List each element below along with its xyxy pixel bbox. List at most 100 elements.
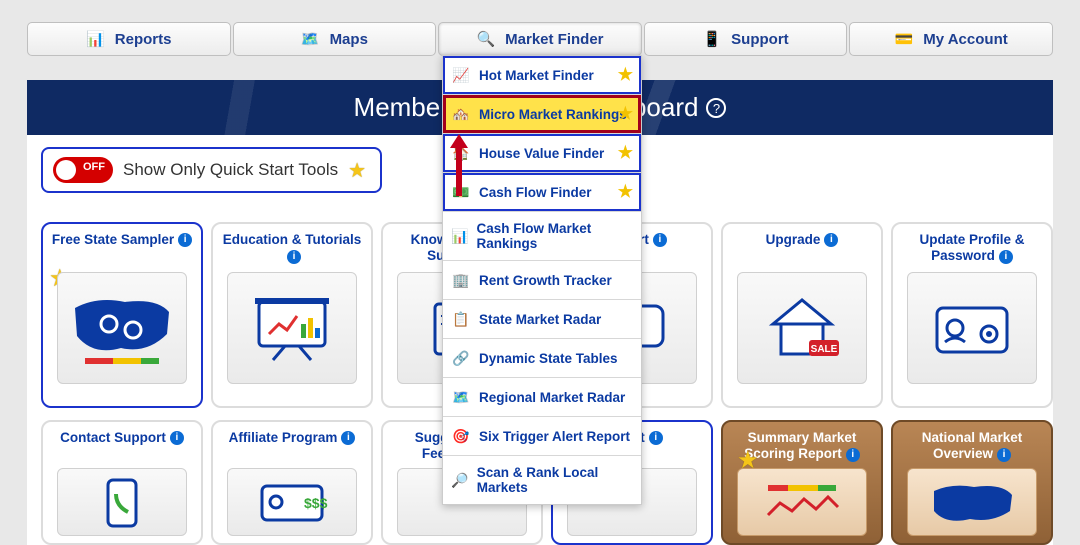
hot-market-icon: 📈 <box>451 65 471 85</box>
quickstart-text: Show Only Quick Start Tools <box>123 160 338 180</box>
reports-icon <box>86 30 105 48</box>
tab-label: Support <box>731 31 789 48</box>
dropdown-item-regional-market-radar[interactable]: 🗺️ Regional Market Radar <box>443 378 641 417</box>
house-sale-icon: SALE <box>747 288 857 368</box>
card-tile <box>227 272 357 384</box>
tab-label: My Account <box>923 31 1007 48</box>
info-icon[interactable]: i <box>287 250 301 264</box>
dropdown-label: Cash Flow Market Rankings <box>476 221 633 251</box>
tab-market-finder[interactable]: Market Finder <box>438 22 642 56</box>
us-map-icon <box>67 288 177 368</box>
info-icon[interactable]: i <box>999 250 1013 264</box>
help-icon[interactable]: ? <box>706 98 726 118</box>
dropdown-item-six-trigger-alert[interactable]: 🎯 Six Trigger Alert Report <box>443 417 641 456</box>
tab-label: Maps <box>330 31 368 48</box>
dropdown-label: Cash Flow Finder <box>479 185 592 200</box>
dropdown-item-state-market-radar[interactable]: 📋 State Market Radar <box>443 300 641 339</box>
card-tile <box>57 468 187 536</box>
info-icon[interactable]: i <box>178 233 192 247</box>
dropdown-label: Rent Growth Tracker <box>479 273 612 288</box>
market-finder-icon <box>476 30 495 48</box>
quickstart-toggle-box: OFF Show Only Quick Start Tools ★ <box>41 147 382 193</box>
info-icon[interactable]: i <box>846 448 860 462</box>
card-tile: $$$ <box>227 468 357 536</box>
scoring-icon <box>752 477 852 527</box>
card-title: Free State Sampler <box>52 232 174 247</box>
star-icon: ★ <box>618 143 633 163</box>
quickstart-toggle[interactable]: OFF <box>53 157 113 183</box>
card-affiliate-program[interactable]: Affiliate Programi $$$ <box>211 420 373 545</box>
card-tile <box>57 272 187 384</box>
tab-maps[interactable]: Maps <box>233 22 437 56</box>
card-update-profile[interactable]: Update Profile & Passwordi <box>891 222 1053 408</box>
us-map-small-icon <box>922 477 1022 527</box>
dropdown-item-cash-flow-rankings[interactable]: 📊 Cash Flow Market Rankings <box>443 212 641 261</box>
star-icon: ★ <box>348 158 366 183</box>
tab-label: Reports <box>115 31 172 48</box>
state-radar-icon: 📋 <box>451 309 471 329</box>
card-title: Contact Support <box>60 430 166 445</box>
tab-reports[interactable]: Reports <box>27 22 231 56</box>
card-summary-scoring-report[interactable]: ★ Summary Market Scoring Reporti <box>721 420 883 545</box>
svg-text:SALE: SALE <box>811 344 838 355</box>
star-icon: ★ <box>618 104 633 124</box>
info-icon[interactable]: i <box>824 233 838 247</box>
tab-my-account[interactable]: My Account <box>849 22 1053 56</box>
id-cash-icon: $$$ <box>242 474 342 530</box>
card-free-state-sampler[interactable]: ★ Free State Sampleri <box>41 222 203 408</box>
info-icon[interactable]: i <box>649 431 663 445</box>
dropdown-item-dynamic-state-tables[interactable]: 🔗 Dynamic State Tables <box>443 339 641 378</box>
info-icon[interactable]: i <box>341 431 355 445</box>
dropdown-item-micro-market-rankings[interactable]: 🏘️ Micro Market Rankings ★ <box>443 95 641 134</box>
presentation-icon <box>237 288 347 368</box>
market-finder-dropdown: 📈 Hot Market Finder ★ 🏘️ Micro Market Ra… <box>442 55 642 505</box>
profile-gear-icon <box>917 288 1027 368</box>
dropdown-label: Micro Market Rankings <box>479 107 627 122</box>
dropdown-label: Dynamic State Tables <box>479 351 618 366</box>
svg-text:$$$: $$$ <box>304 495 328 511</box>
regional-radar-icon: 🗺️ <box>451 387 471 407</box>
dropdown-label: State Market Radar <box>479 312 601 327</box>
card-upgrade[interactable]: Upgradei SALE <box>721 222 883 408</box>
star-icon: ★ <box>618 182 633 202</box>
card-national-overview[interactable]: National Market Overviewi <box>891 420 1053 545</box>
micro-market-icon: 🏘️ <box>451 104 471 124</box>
dropdown-label: Scan & Rank Local Markets <box>477 465 633 495</box>
card-tile: SALE <box>737 272 867 384</box>
scan-rank-icon: 🔎 <box>451 470 469 490</box>
card-tile <box>737 468 867 536</box>
cash-flow-rank-icon: 📊 <box>451 226 468 246</box>
star-icon: ★ <box>618 65 633 85</box>
info-icon[interactable]: i <box>997 448 1011 462</box>
card-title: Summary Market Scoring Report <box>744 430 856 461</box>
maps-icon <box>301 30 320 48</box>
info-icon[interactable]: i <box>653 233 667 247</box>
card-tile <box>907 468 1037 536</box>
dropdown-item-hot-market-finder[interactable]: 📈 Hot Market Finder ★ <box>443 56 641 95</box>
dynamic-tables-icon: 🔗 <box>451 348 471 368</box>
dropdown-label: Six Trigger Alert Report <box>479 429 630 444</box>
dropdown-label: Hot Market Finder <box>479 68 594 83</box>
annotation-arrow <box>452 146 466 206</box>
top-nav: Reports Maps Market Finder Support My Ac… <box>27 22 1053 56</box>
dropdown-item-rent-growth-tracker[interactable]: 🏢 Rent Growth Tracker <box>443 261 641 300</box>
dropdown-item-house-value-finder[interactable]: 🏠 House Value Finder ★ <box>443 134 641 173</box>
support-icon <box>702 30 721 48</box>
card-title: Education & Tutorials <box>223 232 362 247</box>
card-contact-support[interactable]: Contact Support i <box>41 420 203 545</box>
account-icon <box>895 30 914 48</box>
rent-growth-icon: 🏢 <box>451 270 471 290</box>
tab-support[interactable]: Support <box>644 22 848 56</box>
dropdown-item-scan-rank-local[interactable]: 🔎 Scan & Rank Local Markets <box>443 456 641 504</box>
card-title: Affiliate Program <box>229 430 338 445</box>
card-education-tutorials[interactable]: Education & Tutorials i <box>211 222 373 408</box>
phone-icon <box>72 474 172 530</box>
tab-label: Market Finder <box>505 31 603 48</box>
toggle-off-label: OFF <box>83 161 105 173</box>
card-tile <box>907 272 1037 384</box>
dropdown-label: Regional Market Radar <box>479 390 625 405</box>
dropdown-item-cash-flow-finder[interactable]: 💵 Cash Flow Finder ★ <box>443 173 641 212</box>
info-icon[interactable]: i <box>170 431 184 445</box>
trigger-alert-icon: 🎯 <box>451 426 471 446</box>
card-title: Upgrade <box>766 232 821 247</box>
